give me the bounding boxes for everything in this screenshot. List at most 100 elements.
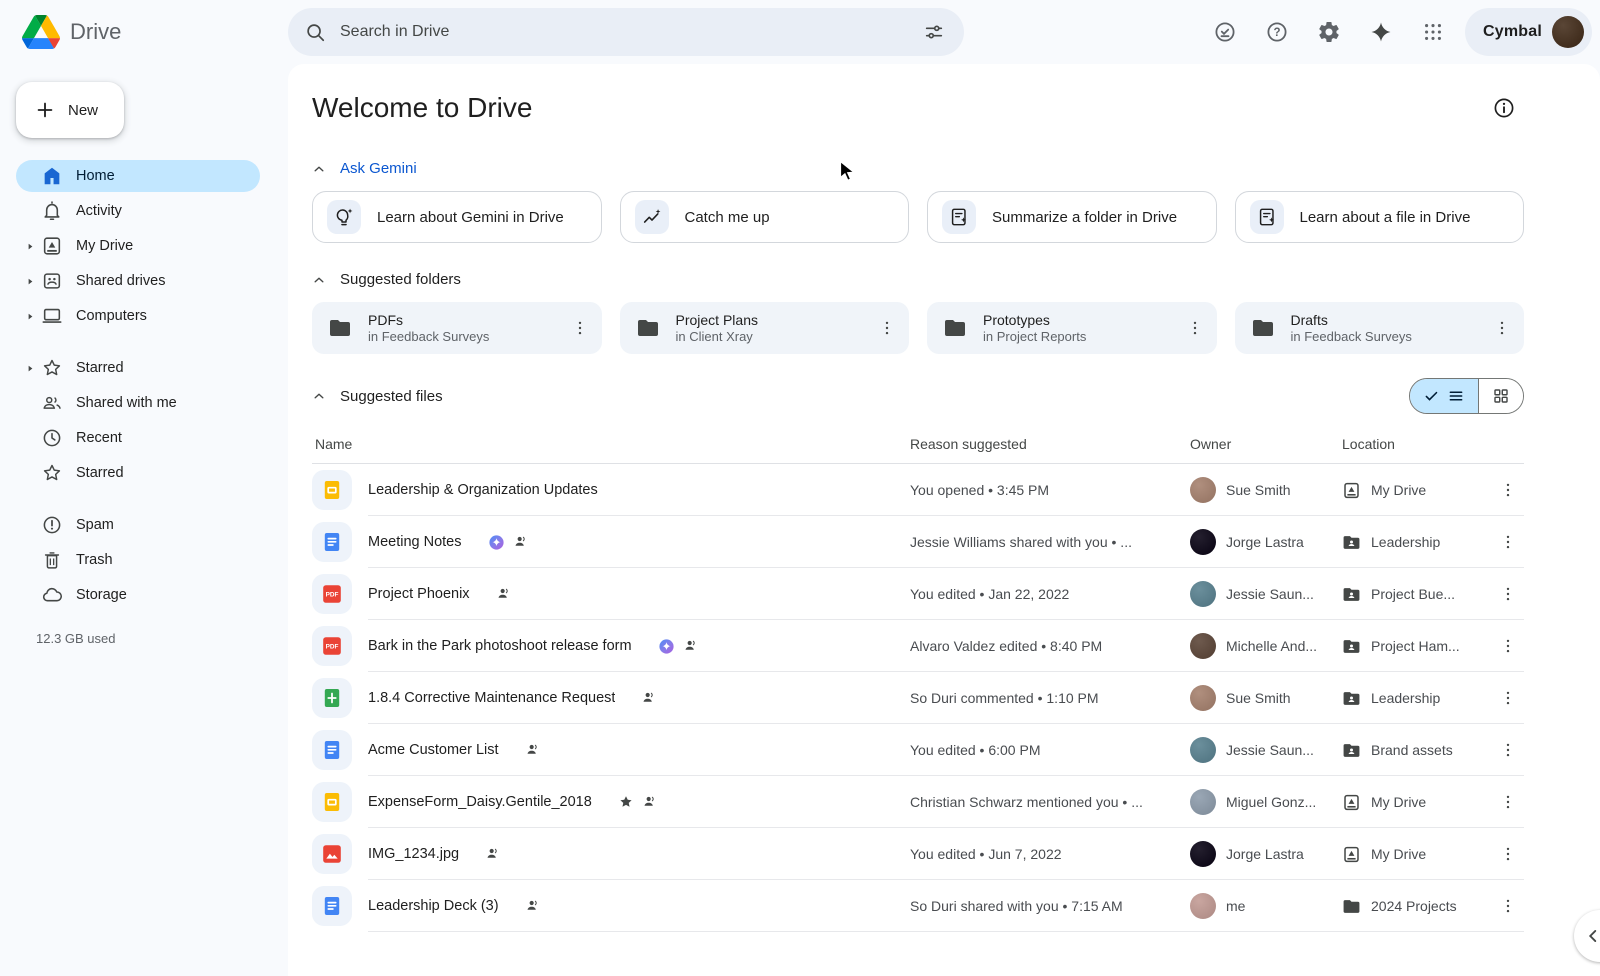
chevron-up-icon[interactable] [312,389,326,403]
file-row[interactable]: PDF Bark in the Park photoshoot release f… [312,620,1524,672]
sidebar-item-my-drive[interactable]: My Drive [16,230,260,262]
drive-logo-icon [22,15,60,49]
pdf-file-icon: PDF [312,574,352,614]
chevron-up-icon[interactable] [312,273,326,287]
search-input[interactable] [338,22,906,42]
owner-avatar[interactable] [1190,581,1216,607]
sidebar-item-spam[interactable]: Spam [16,509,260,541]
gemini-button[interactable] [1361,12,1401,52]
info-button[interactable] [1484,88,1524,128]
row-menu-button[interactable] [1492,786,1524,818]
reason-suggested-cell: You edited • Jan 22, 2022 [910,586,1070,602]
sidebar-item-recent[interactable]: Recent [16,422,260,454]
owner-avatar[interactable] [1190,685,1216,711]
owner-cell: Michelle And... [1190,633,1342,659]
owner-avatar[interactable] [1190,477,1216,503]
sidebar-item-starred[interactable]: Starred [16,352,260,384]
chevron-up-icon[interactable] [312,162,326,176]
suggested-files-header[interactable]: Suggested files [312,388,443,405]
gemini-card-summarize-a-folder-in-drive[interactable]: Summarize a folder in Drive [927,191,1217,243]
google-apps-button[interactable] [1413,12,1453,52]
location-cell: Leadership [1342,533,1492,552]
folder-card-prototypes[interactable]: Prototypes in Project Reports [927,302,1217,354]
search-bar[interactable] [288,8,964,56]
column-header-name[interactable]: Name [315,436,910,452]
sidebar-item-computers[interactable]: Computers [16,300,260,332]
file-row[interactable]: Leadership Deck (3) So Duri shared with y… [312,880,1524,932]
expand-arrow-icon[interactable] [26,312,40,321]
folder-name: PDFs [368,311,403,328]
grid-view-button[interactable] [1479,379,1523,413]
gemini-spark-icon [1369,20,1393,44]
list-view-button[interactable] [1410,379,1479,413]
expand-arrow-icon[interactable] [26,277,40,286]
account-avatar[interactable] [1552,16,1584,48]
search-icon[interactable] [304,21,326,43]
drive-brand: Drive [0,15,288,49]
ask-gemini-header[interactable]: Ask Gemini [312,160,1524,177]
folder-menu-button[interactable] [1486,312,1518,344]
folder-name: Project Plans [675,311,758,328]
sidebar-item-starred[interactable]: Starred [16,457,260,489]
row-menu-button[interactable] [1492,734,1524,766]
gemini-badge-icon [488,534,505,551]
location-cell: Project Ham... [1342,637,1492,656]
doc-spark-icon [942,200,976,234]
row-menu-button[interactable] [1492,526,1524,558]
gemini-card-learn-about-a-file-in-drive[interactable]: Learn about a file in Drive [1234,191,1524,243]
row-menu-button[interactable] [1492,630,1524,662]
suggested-folders-header[interactable]: Suggested folders [312,271,1524,288]
file-row[interactable]: ExpenseForm_Daisy.Gentile_2018 Christian … [312,776,1524,828]
folder-menu-button[interactable] [871,312,903,344]
file-row[interactable]: Leadership & Organization Updates You ope… [312,464,1524,516]
gemini-card-learn-about-gemini-in-drive[interactable]: Learn about Gemini in Drive [312,191,602,243]
column-header-reason[interactable]: Reason suggested [910,436,1190,452]
owner-name: Sue Smith [1226,482,1291,498]
new-button[interactable]: New [16,82,124,138]
sidebar-item-home[interactable]: Home [16,160,260,192]
file-row[interactable]: PDF Project Phoenix You edited • Jan 22, 2… [312,568,1524,620]
sidebar-item-shared-with-me[interactable]: Shared with me [16,387,260,419]
owner-avatar[interactable] [1190,737,1216,763]
search-filters-button[interactable] [918,16,950,48]
folder-menu-button[interactable] [1179,312,1211,344]
folder-menu-button[interactable] [564,312,596,344]
folder-card-project-plans[interactable]: Project Plans in Client Xray [619,302,909,354]
mydrive-icon [40,234,64,258]
help-button[interactable]: ? [1257,12,1297,52]
file-row[interactable]: Meeting Notes Jessie Williams shared with… [312,516,1524,568]
owner-avatar[interactable] [1190,893,1216,919]
file-row[interactable]: 1.8.4 Corrective Maintenance Request So D… [312,672,1524,724]
folder-card-pdfs[interactable]: PDFs in Feedback Surveys [312,302,602,354]
column-header-owner[interactable]: Owner [1190,436,1342,452]
owner-avatar[interactable] [1190,633,1216,659]
suggested-folders-label: Suggested folders [340,271,461,288]
folder-card-drafts[interactable]: Drafts in Feedback Surveys [1234,302,1524,354]
folder-icon [1251,316,1275,340]
plus-icon [34,99,56,121]
row-menu-button[interactable] [1492,682,1524,714]
row-menu-button[interactable] [1492,578,1524,610]
owner-avatar[interactable] [1190,529,1216,555]
sidebar-item-storage[interactable]: Storage [16,579,260,611]
file-row[interactable]: Acme Customer List You edited • 6:00 PM Je… [312,724,1524,776]
settings-button[interactable] [1309,12,1349,52]
row-menu-button[interactable] [1492,890,1524,922]
sidebar-item-activity[interactable]: Activity [16,195,260,227]
sidebar-item-trash[interactable]: Trash [16,544,260,576]
bulb-spark-icon [327,200,361,234]
row-menu-button[interactable] [1492,474,1524,506]
owner-avatar[interactable] [1190,789,1216,815]
account-chip[interactable]: Cymbal [1465,8,1592,56]
file-row[interactable]: IMG_1234.jpg You edited • Jun 7, 2022 Jorg… [312,828,1524,880]
offline-status-button[interactable] [1205,12,1245,52]
column-header-location[interactable]: Location [1342,436,1492,452]
expand-arrow-icon[interactable] [26,242,40,251]
sidebar-item-shared-drives[interactable]: Shared drives [16,265,260,297]
gemini-card-catch-me-up[interactable]: Catch me up [619,191,909,243]
owner-avatar[interactable] [1190,841,1216,867]
file-badges [488,534,529,551]
row-menu-button[interactable] [1492,838,1524,870]
expand-arrow-icon[interactable] [26,364,40,373]
shared-folder-icon [1342,637,1361,656]
